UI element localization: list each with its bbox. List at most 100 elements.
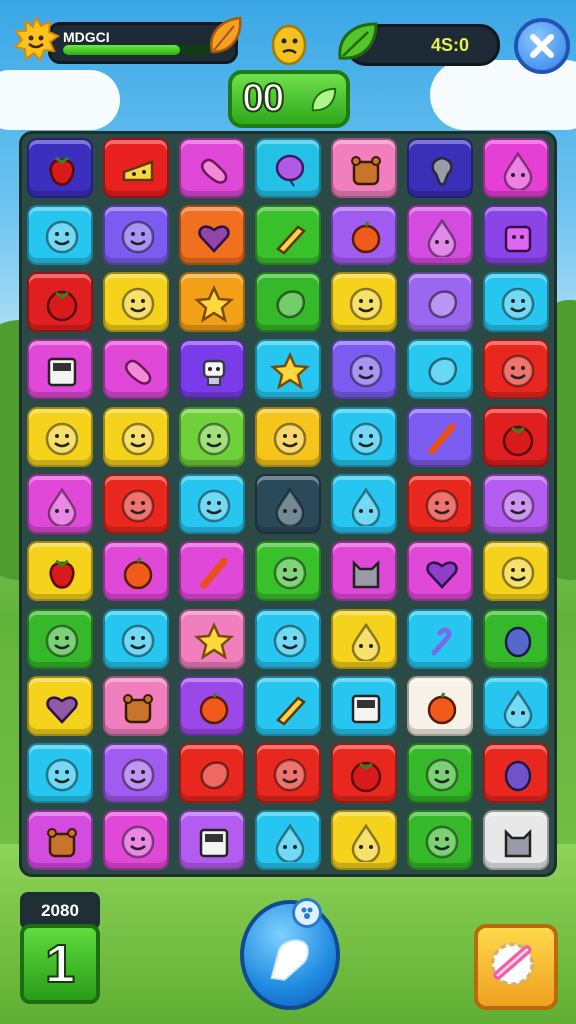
tile-smile[interactable] [331,406,397,467]
tile-heart[interactable] [407,541,473,602]
tile-orange[interactable] [179,675,245,736]
tile-smile[interactable] [27,406,93,467]
tile-smile[interactable] [103,204,169,265]
cheese-icon [122,159,154,181]
tile-pin[interactable] [255,675,321,736]
tile-star[interactable] [179,608,245,669]
tile-smile[interactable] [255,608,321,669]
tile-smile[interactable] [103,810,169,871]
drop-icon [427,218,457,257]
tile-drop[interactable] [27,474,93,534]
tile-drop[interactable] [331,810,397,871]
tile-stick[interactable] [407,406,473,467]
tile-egg[interactable] [483,608,549,669]
balloon-icon [275,154,305,187]
tile-drop[interactable] [483,675,549,736]
tile-smile[interactable] [407,474,473,534]
tile-cat[interactable] [483,810,549,871]
tile-calc[interactable] [331,675,397,736]
tile-pear[interactable] [407,137,473,198]
close-button[interactable] [514,18,570,74]
tile-blob[interactable] [255,272,321,333]
tile-smile[interactable] [255,541,321,602]
booster-badge [292,898,322,928]
tile-smile[interactable] [103,608,169,669]
tomato-icon [46,290,78,322]
smile-icon [45,422,79,455]
sun-mascot-icon [12,16,60,62]
tile-heart[interactable] [27,675,93,736]
tile-drop[interactable] [483,137,549,198]
calc-icon [199,829,229,858]
close-icon [530,34,554,58]
tile-bear[interactable] [331,137,397,198]
paw-icon [301,907,313,919]
tile-smile[interactable] [255,406,321,467]
booster-button[interactable] [240,900,340,1010]
tile-smile[interactable] [407,810,473,871]
player-label: MDGCI [63,29,110,45]
tile-smile[interactable] [103,474,169,534]
tile-tomato[interactable] [331,743,397,804]
tile-bean[interactable] [179,137,245,198]
tile-orange[interactable] [103,541,169,602]
tile-hook[interactable] [407,608,473,669]
tile-blob[interactable] [407,272,473,333]
tile-star[interactable] [179,272,245,333]
tile-blob[interactable] [407,339,473,400]
tile-drop[interactable] [255,810,321,871]
tile-egg[interactable] [483,743,549,804]
tile-pin[interactable] [255,204,321,265]
tile-smile[interactable] [27,608,93,669]
tile-cat[interactable] [331,541,397,602]
tile-smile[interactable] [179,406,245,467]
tile-smile[interactable] [255,743,321,804]
tile-smile[interactable] [483,474,549,534]
tile-drop[interactable] [407,204,473,265]
tile-drop[interactable] [255,474,321,534]
level-button[interactable]: 1 [20,924,100,1004]
tile-robot[interactable] [179,339,245,400]
tile-stick[interactable] [179,541,245,602]
tile-star[interactable] [255,339,321,400]
tile-drop[interactable] [331,474,397,534]
drop-icon [351,487,381,526]
smile-icon [425,758,459,792]
tile-tomato[interactable] [27,272,93,333]
tile-cheese[interactable] [103,137,169,198]
tile-smile[interactable] [103,743,169,804]
tile-smile[interactable] [27,204,93,265]
tile-bear[interactable] [103,675,169,736]
smile-icon [501,489,535,523]
tile-balloon[interactable] [255,137,321,198]
tile-orange[interactable] [407,675,473,736]
tile-calc[interactable] [27,339,93,400]
heart-icon [426,561,458,590]
tile-smile[interactable] [483,272,549,333]
tile-smile[interactable] [407,743,473,804]
tile-strawberry[interactable] [27,137,93,198]
tile-tomato[interactable] [483,406,549,467]
tile-heart[interactable] [179,204,245,265]
tile-smile[interactable] [103,406,169,467]
smile-icon [45,220,79,254]
tile-bear[interactable] [27,810,93,871]
tile-smile[interactable] [27,743,93,804]
smile-icon [273,557,307,590]
tile-drop[interactable] [331,608,397,669]
tile-smile[interactable] [483,339,549,400]
tile-bean[interactable] [103,339,169,400]
tile-smile[interactable] [179,474,245,534]
tile-strawberry[interactable] [27,541,93,602]
tile-calc[interactable] [179,810,245,871]
tile-smile[interactable] [331,272,397,333]
smile-icon [121,758,155,792]
tile-blob[interactable] [179,743,245,804]
tile-smile[interactable] [103,272,169,333]
tile-smile[interactable] [483,541,549,602]
orange-icon [351,221,381,254]
tool-button[interactable] [474,924,558,1010]
tile-smile[interactable] [331,339,397,400]
tile-block[interactable] [483,204,549,265]
tile-orange[interactable] [331,204,397,265]
